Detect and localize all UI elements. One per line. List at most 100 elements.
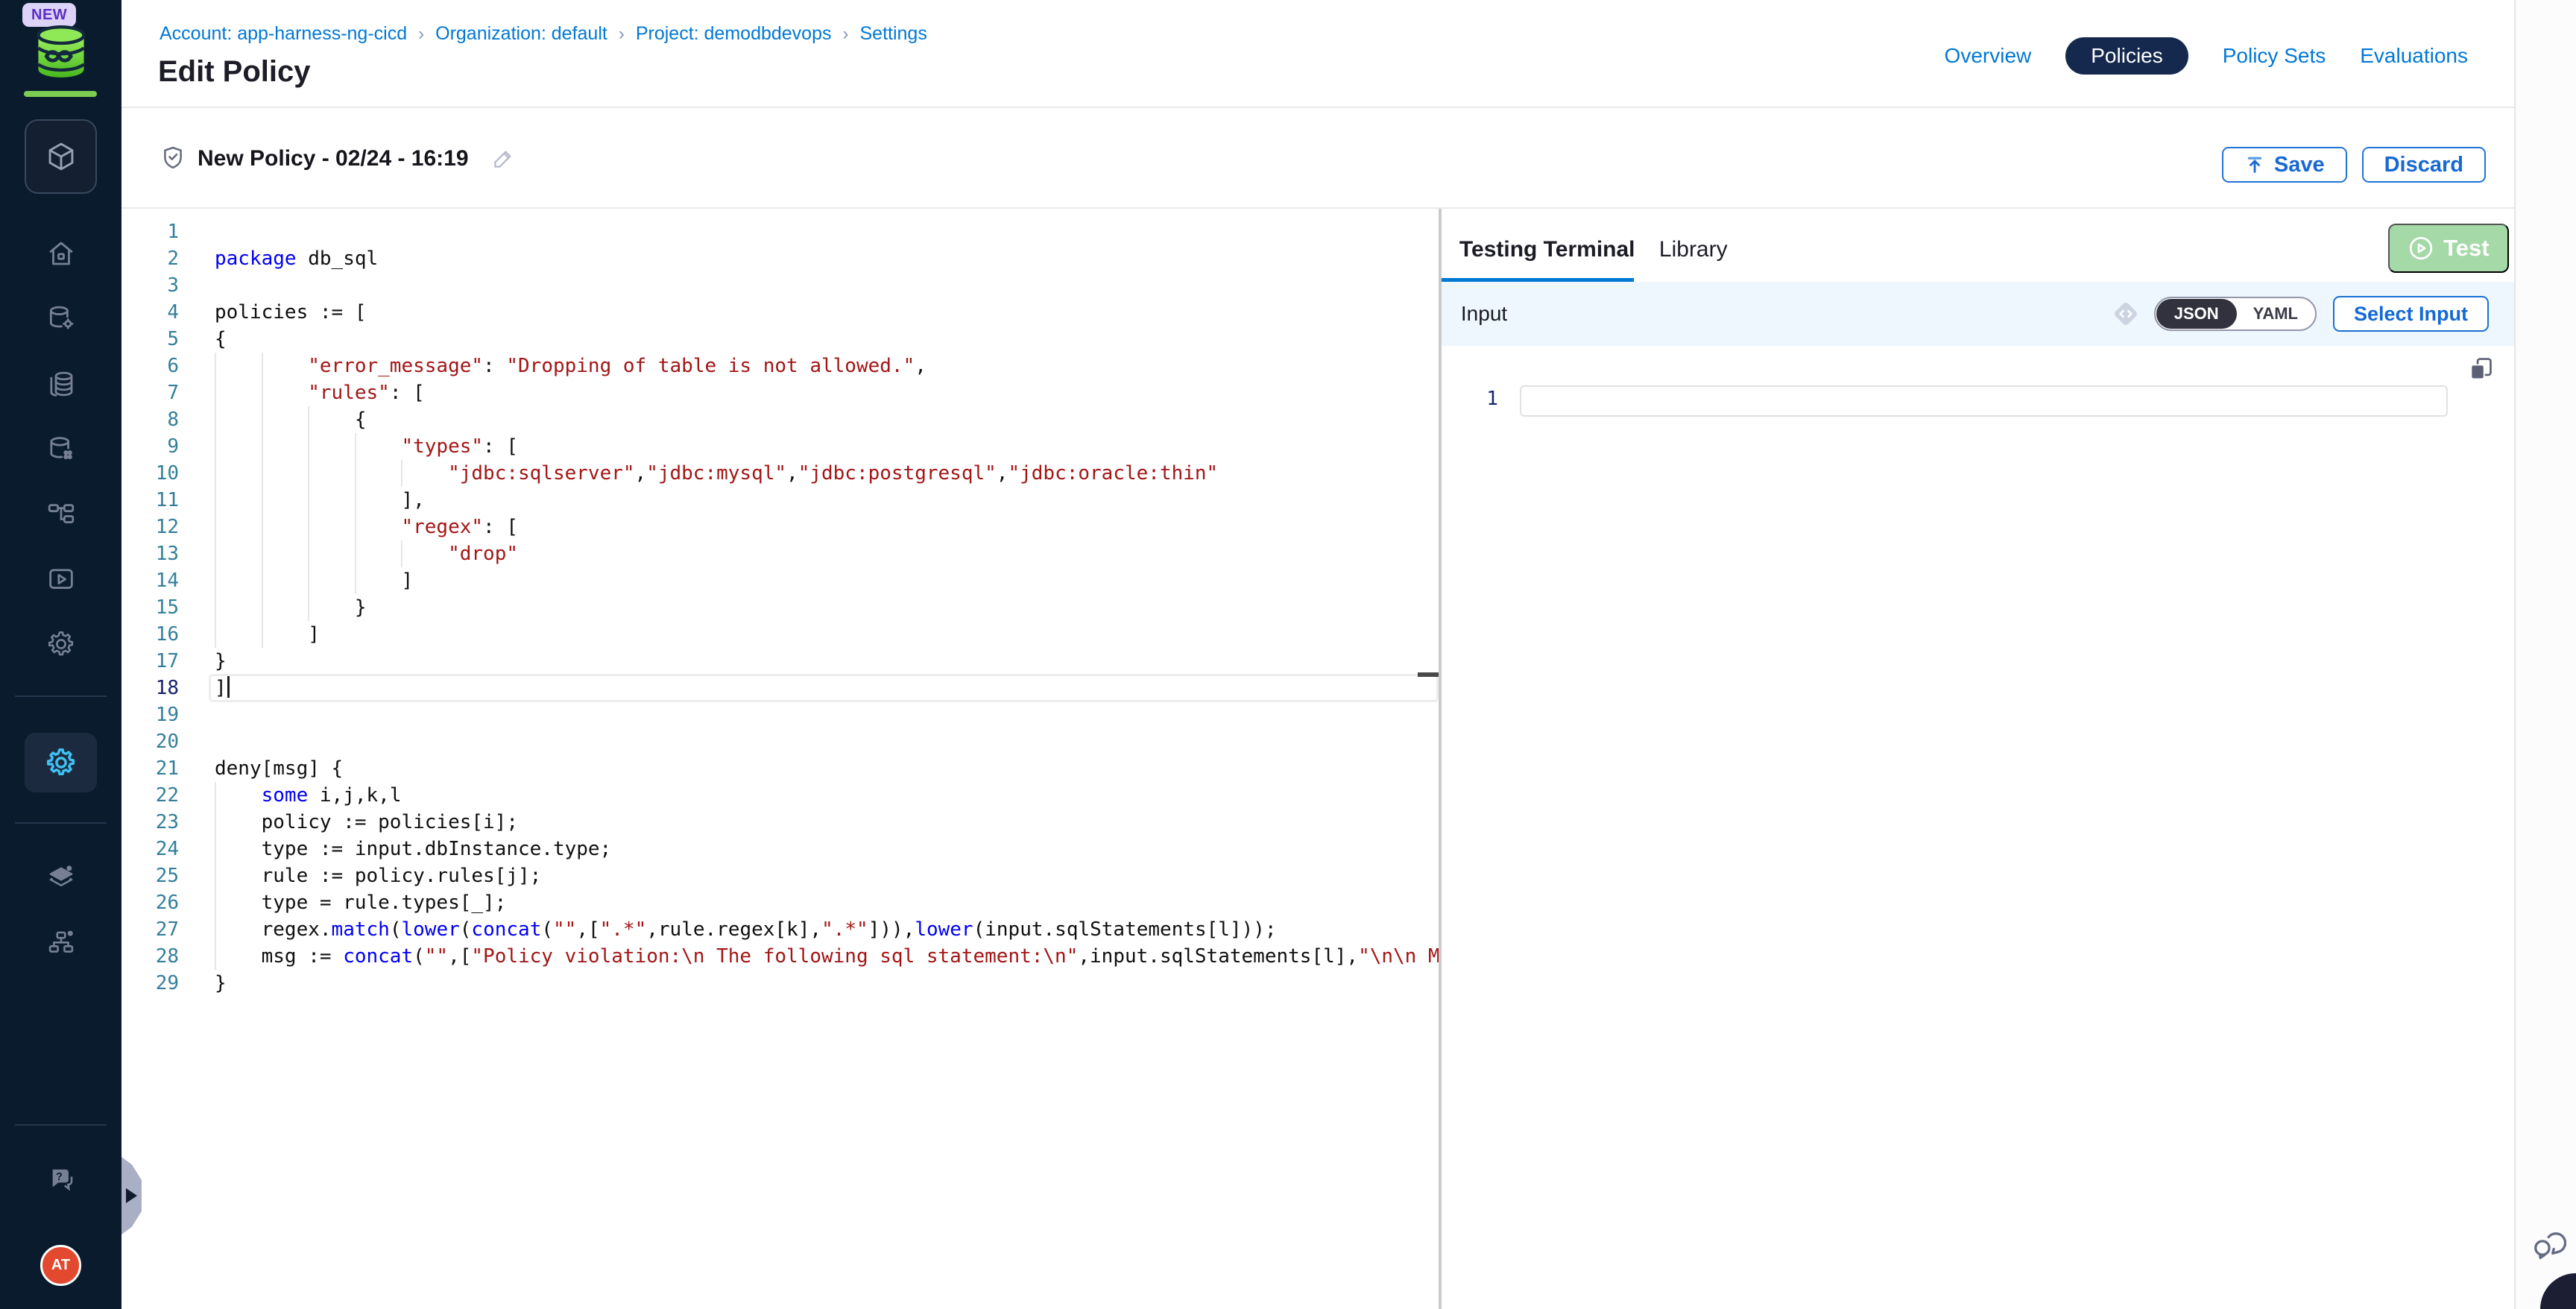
svg-text:?: ? [56, 1171, 63, 1183]
code-line[interactable]: 27 regex.match(lower(concat("",[".*",rul… [121, 916, 1439, 943]
code-line[interactable]: 20 [121, 728, 1439, 755]
code-line[interactable]: 17} [121, 648, 1439, 675]
code-line[interactable]: 14 ] [121, 567, 1439, 594]
tab-library[interactable]: Library [1659, 237, 1728, 262]
code-line[interactable]: 23 policy := policies[i]; [121, 809, 1439, 836]
code-line[interactable]: 2package db_sql [121, 245, 1439, 272]
sidebar-item-db-schemas[interactable] [45, 433, 77, 464]
layers-gear-icon [45, 861, 77, 892]
page-title: Edit Policy [158, 55, 311, 89]
line-number: 17 [121, 648, 179, 675]
code-line[interactable]: 16 ] [121, 621, 1439, 648]
policy-code-editor[interactable]: 12package db_sql34policies := [5{6 "erro… [121, 209, 1439, 1309]
format-option-yaml[interactable]: YAML [2237, 304, 2314, 324]
orgchart-gear-icon [45, 927, 77, 958]
line-number: 7 [121, 379, 179, 406]
code-line[interactable]: 3 [121, 272, 1439, 299]
code-line[interactable]: 18] [121, 675, 1439, 701]
breadcrumb-account[interactable]: Account: app-harness-ng-cicd [160, 23, 407, 45]
breadcrumb-organization[interactable]: Organization: default [435, 23, 607, 45]
code-line[interactable]: 8 { [121, 406, 1439, 433]
line-number: 11 [121, 487, 179, 514]
line-number: 22 [121, 782, 179, 809]
line-number: 21 [121, 755, 179, 782]
line-number: 13 [121, 540, 179, 567]
sidebar-divider [15, 822, 107, 824]
code-line[interactable]: 6 "error_message": "Dropping of table is… [121, 353, 1439, 379]
line-number: 12 [121, 514, 179, 540]
line-number: 24 [121, 836, 179, 862]
chat-bubbles-icon[interactable] [2529, 1224, 2566, 1261]
input-toolbar: Input JSON YAML Select Input [1442, 282, 2514, 346]
line-number: 9 [121, 433, 179, 460]
save-button[interactable]: Save [2222, 147, 2347, 183]
settings-gear-icon [44, 745, 78, 780]
sidebar-item-default-settings[interactable] [45, 861, 77, 892]
code-line[interactable]: 28 msg := concat("",["Policy violation:\… [121, 943, 1439, 970]
code-line[interactable]: 13 "drop" [121, 540, 1439, 567]
user-avatar[interactable]: AT [40, 1245, 81, 1286]
main-content: Account: app-harness-ng-cicd › Organizat… [121, 0, 2516, 1309]
edit-pencil-icon[interactable] [491, 147, 515, 171]
sidebar-item-executions[interactable] [45, 564, 77, 595]
line-number: 25 [121, 862, 179, 889]
upload-icon [2244, 154, 2265, 175]
sidebar-item-home[interactable] [45, 238, 77, 269]
expression-diamond-icon[interactable] [2111, 299, 2141, 329]
code-line[interactable]: 26 type = rule.types[_]; [121, 889, 1439, 916]
code-line[interactable]: 5{ [121, 326, 1439, 353]
line-number: 19 [121, 701, 179, 728]
code-line[interactable]: 11 ], [121, 487, 1439, 514]
code-line[interactable]: 10 "jdbc:sqlserver","jdbc:mysql","jdbc:p… [121, 460, 1439, 487]
sidebar-item-pipelines[interactable] [45, 498, 77, 529]
breadcrumb-settings[interactable]: Settings [860, 23, 927, 45]
discard-button[interactable]: Discard [2362, 147, 2486, 183]
code-line[interactable]: 15 } [121, 594, 1439, 621]
line-number: 3 [121, 272, 179, 299]
line-number: 5 [121, 326, 179, 353]
tab-overview[interactable]: Overview [1945, 44, 2032, 68]
code-line[interactable]: 4policies := [ [121, 299, 1439, 326]
tab-policies[interactable]: Policies [2065, 37, 2188, 75]
page-header: Account: app-harness-ng-cicd › Organizat… [121, 0, 2514, 108]
code-line[interactable]: 25 rule := policy.rules[j]; [121, 862, 1439, 889]
test-button[interactable]: Test [2388, 224, 2509, 273]
editor-workspace: 12package db_sql34policies := [5{6 "erro… [121, 209, 2514, 1309]
input-line-number: 1 [1464, 388, 1498, 410]
format-option-json[interactable]: JSON [2156, 299, 2237, 329]
harness-db-devops-logo-icon[interactable] [35, 25, 87, 79]
code-line[interactable]: 12 "regex": [ [121, 514, 1439, 540]
code-line[interactable]: 19 [121, 701, 1439, 728]
code-line[interactable]: 24 type := input.dbInstance.type; [121, 836, 1439, 862]
input-editor[interactable]: 1 [1442, 346, 2514, 1309]
policy-toolbar: New Policy - 02/24 - 16:19 Save Discard [121, 110, 2514, 209]
breadcrumb-project[interactable]: Project: demodbdevops [636, 23, 832, 45]
sidebar-item-db-instances[interactable] [45, 368, 77, 400]
code-line[interactable]: 21deny[msg] { [121, 755, 1439, 782]
line-number: 26 [121, 889, 179, 916]
select-input-button[interactable]: Select Input [2333, 296, 2489, 332]
tab-policy-sets[interactable]: Policy Sets [2223, 44, 2326, 68]
sidebar-item-db-settings[interactable] [45, 303, 77, 334]
sidebar-item-settings[interactable] [45, 628, 77, 660]
line-number: 20 [121, 728, 179, 755]
sidebar-item-project-settings-selected[interactable] [25, 733, 97, 792]
sidebar-item-org-settings[interactable] [45, 927, 77, 958]
code-line[interactable]: 9 "types": [ [121, 433, 1439, 460]
code-line[interactable]: 22 some i,j,k,l [121, 782, 1439, 809]
database-gear-icon [45, 303, 77, 334]
format-toggle[interactable]: JSON YAML [2154, 297, 2317, 331]
sidebar-item-module-selector[interactable] [25, 119, 97, 194]
breadcrumb-separator: › [418, 24, 424, 45]
policy-nav-tabs: Overview Policies Policy Sets Evaluation… [1945, 37, 2468, 75]
code-lines: 12package db_sql34policies := [5{6 "erro… [121, 218, 1439, 997]
code-line[interactable]: 1 [121, 218, 1439, 245]
sidebar-item-help[interactable]: ? [45, 1164, 77, 1195]
gear-icon [45, 628, 77, 660]
input-current-line[interactable] [1520, 385, 2448, 417]
code-line[interactable]: 7 "rules": [ [121, 379, 1439, 406]
code-line[interactable]: 29} [121, 970, 1439, 997]
copy-icon[interactable] [2466, 355, 2495, 383]
tab-evaluations[interactable]: Evaluations [2360, 44, 2468, 68]
tab-testing-terminal[interactable]: Testing Terminal [1459, 237, 1635, 262]
